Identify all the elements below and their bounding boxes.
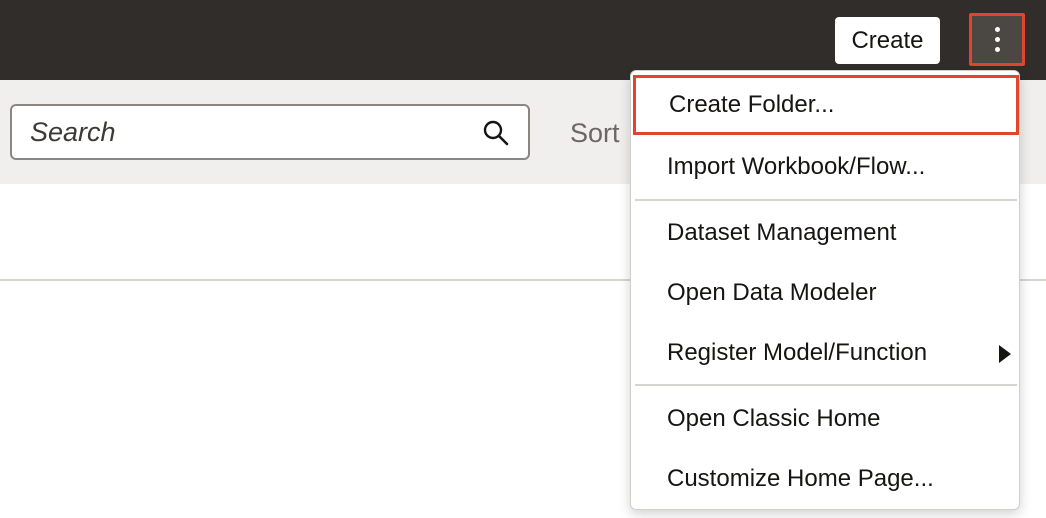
sort-label[interactable]: Sort: [570, 118, 620, 149]
menu-item-customize-home-page[interactable]: Customize Home Page...: [631, 449, 1019, 509]
page: Create Sort Create Folder... Import Work…: [0, 0, 1046, 518]
menu-item-register-model[interactable]: Register Model/Function: [631, 323, 1019, 383]
menu-item-open-classic-home[interactable]: Open Classic Home: [631, 389, 1019, 449]
more-actions-menu: Create Folder... Import Workbook/Flow...…: [630, 70, 1020, 510]
kebab-vertical-icon: [994, 27, 1000, 52]
search-icon[interactable]: [482, 119, 510, 147]
menu-item-label: Dataset Management: [667, 219, 897, 246]
top-bar: Create: [0, 0, 1046, 80]
more-actions-button[interactable]: [969, 13, 1025, 66]
menu-item-import-workbook[interactable]: Import Workbook/Flow...: [631, 137, 1019, 197]
menu-item-create-folder[interactable]: Create Folder...: [633, 75, 1019, 135]
menu-item-label: Customize Home Page...: [667, 465, 934, 492]
menu-item-label: Register Model/Function: [667, 339, 928, 366]
menu-item-dataset-management[interactable]: Dataset Management: [631, 203, 1019, 263]
menu-separator: [635, 384, 1017, 386]
menu-item-open-data-modeler[interactable]: Open Data Modeler: [631, 263, 1019, 323]
menu-item-label: Import Workbook/Flow...: [667, 153, 926, 180]
menu-item-label: Open Classic Home: [667, 405, 881, 432]
chevron-right-icon: [999, 345, 1011, 363]
search-box[interactable]: [10, 104, 530, 160]
menu-item-label: Open Data Modeler: [667, 279, 877, 306]
create-button[interactable]: Create: [835, 17, 940, 64]
menu-separator: [635, 199, 1017, 201]
search-input[interactable]: [30, 106, 470, 158]
menu-item-label: Create Folder...: [669, 91, 835, 118]
